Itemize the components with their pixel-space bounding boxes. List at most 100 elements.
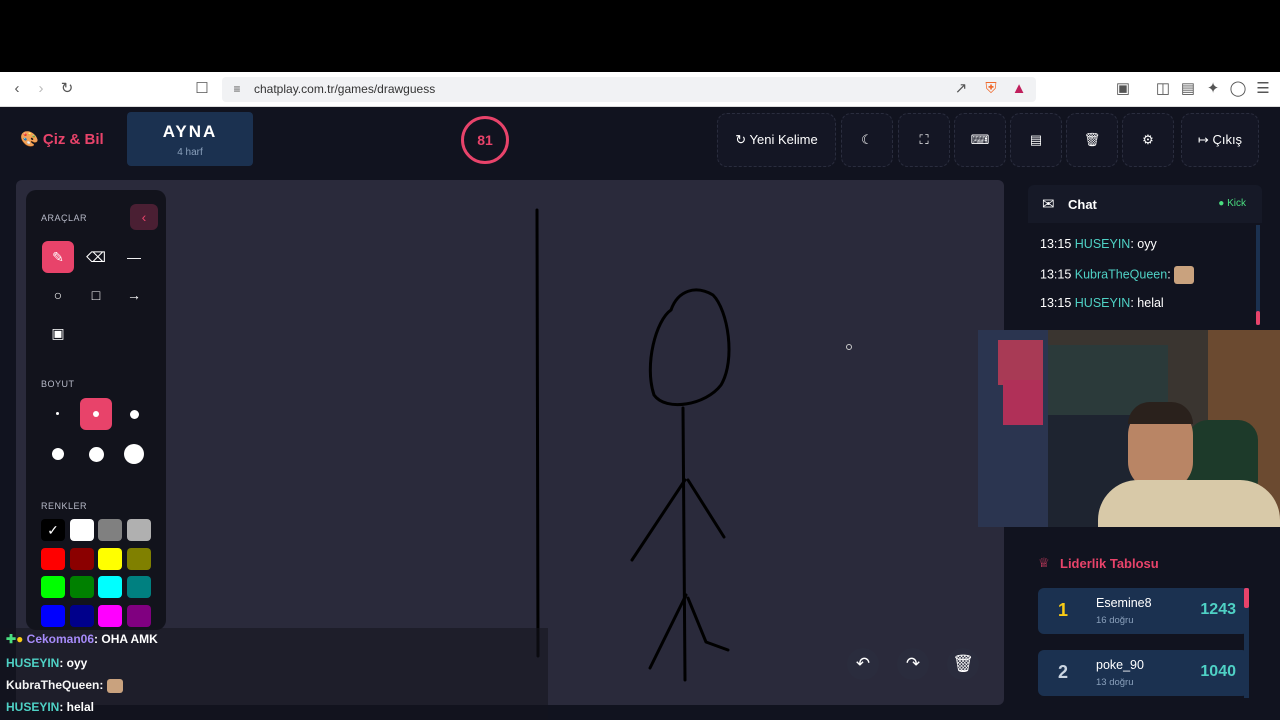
- color-swatch[interactable]: [69, 547, 94, 570]
- vpn-icon[interactable]: ◯: [1229, 80, 1247, 98]
- color-swatch[interactable]: [98, 547, 122, 570]
- color-swatch[interactable]: ✓: [41, 519, 65, 541]
- color-swatch[interactable]: [98, 519, 122, 541]
- expand-icon: ⛶: [919, 132, 929, 147]
- clear-canvas-button[interactable]: 🗑: [947, 648, 979, 680]
- fill-tool[interactable]: ▣: [42, 317, 74, 349]
- size-dot: [56, 412, 59, 415]
- arrow-tool[interactable]: →: [118, 279, 150, 311]
- chat-message: 13:15 HUSEYIN: helal: [1040, 296, 1164, 310]
- paint-bucket-icon: ▣: [51, 325, 65, 341]
- color-swatch[interactable]: [126, 519, 151, 541]
- keyboard-button[interactable]: ⌨: [954, 113, 1006, 167]
- size-option-4[interactable]: [42, 438, 74, 470]
- trash-icon: 🗑: [952, 654, 974, 673]
- size-option-1[interactable]: [42, 398, 74, 430]
- forward-icon[interactable]: ›: [32, 80, 50, 98]
- circle-tool[interactable]: ○: [42, 279, 74, 311]
- rectangle-tool[interactable]: □: [80, 279, 112, 311]
- badge-icon: ✚: [6, 632, 17, 646]
- bookmark-icon[interactable]: ☐: [193, 80, 211, 98]
- stroke-head: [648, 288, 731, 407]
- word-box: AYNA 4 harf: [127, 112, 253, 166]
- refresh-icon: ↻: [735, 132, 750, 147]
- leaderboard: ♕ Liderlik Tablosu 1 Esemine8 16 doğru 1…: [1028, 547, 1262, 698]
- gear-icon: ⚙: [1142, 132, 1154, 147]
- color-swatch[interactable]: [98, 576, 122, 598]
- stroke-right-leg: [686, 596, 730, 652]
- stream-chat-overlay: ✚● Cekoman06: OHA AMK HUSEYIN: oyy Kubra…: [0, 628, 548, 720]
- stroke-left-leg: [648, 593, 688, 670]
- settings-button[interactable]: ⚙: [1122, 113, 1174, 167]
- fullscreen-button[interactable]: ⛶: [898, 113, 950, 167]
- color-swatch[interactable]: [126, 576, 151, 598]
- size-dot: [93, 411, 99, 417]
- color-swatch[interactable]: [41, 576, 65, 598]
- brush-tool[interactable]: ✎: [42, 241, 74, 273]
- moon-icon: ☾: [861, 132, 873, 147]
- undo-icon: ↶: [855, 654, 871, 673]
- color-swatch[interactable]: [41, 547, 65, 570]
- circle-icon: ○: [53, 287, 63, 303]
- undo-button[interactable]: ↶: [847, 648, 879, 680]
- delete-button[interactable]: 🗑: [1066, 113, 1118, 167]
- size-option-6[interactable]: [118, 438, 150, 470]
- eraser-tool[interactable]: ⌫: [80, 241, 112, 273]
- line-tool[interactable]: —: [118, 241, 150, 273]
- site-settings-icon[interactable]: ≡: [228, 80, 246, 98]
- share-icon[interactable]: ↗: [952, 80, 970, 98]
- keyboard-icon: ⌨: [970, 132, 990, 147]
- brave-shield-icon[interactable]: ⛨: [982, 80, 1000, 98]
- word-length: 4 harf: [177, 147, 203, 158]
- color-swatch[interactable]: [126, 547, 151, 570]
- line-icon: —: [127, 249, 141, 265]
- timer: 81: [461, 116, 509, 164]
- palette-icon: 🎨: [20, 131, 43, 148]
- redo-button[interactable]: ↷: [897, 648, 929, 680]
- color-swatch[interactable]: [126, 604, 151, 627]
- stroke-pole: [535, 208, 540, 658]
- person-shirt: [1098, 480, 1280, 527]
- color-swatch[interactable]: [69, 576, 94, 598]
- color-swatch[interactable]: [69, 519, 94, 541]
- size-option-2[interactable]: [80, 398, 112, 430]
- color-swatch[interactable]: [98, 604, 122, 627]
- secret-word: AYNA: [162, 122, 218, 141]
- sidebar-icon[interactable]: ◫: [1154, 80, 1172, 98]
- leo-icon[interactable]: ✦: [1204, 80, 1222, 98]
- reload-icon[interactable]: ↻: [58, 80, 76, 98]
- kick-status: ● Kick: [1218, 198, 1246, 209]
- size-option-3[interactable]: [118, 398, 150, 430]
- exit-icon: ↦: [1197, 132, 1213, 147]
- size-dot: [52, 448, 64, 460]
- chat-title: Chat: [1068, 197, 1097, 212]
- eraser-icon: ⌫: [86, 249, 106, 265]
- archive-button[interactable]: ▤: [1010, 113, 1062, 167]
- archive-icon: ▤: [1029, 132, 1043, 147]
- new-word-button[interactable]: ↻ Yeni Kelime: [717, 113, 836, 167]
- overlay-line: HUSEYIN: helal: [6, 700, 95, 714]
- menu-icon[interactable]: ☰: [1254, 80, 1272, 98]
- chat-scrollbar[interactable]: [1256, 225, 1260, 325]
- exit-button[interactable]: ↦ Çıkış: [1181, 113, 1259, 167]
- url-text: chatplay.com.tr/games/drawguess: [254, 82, 436, 96]
- reader-icon[interactable]: ▣: [1114, 80, 1132, 98]
- arrow-icon: →: [127, 287, 141, 303]
- collapse-button[interactable]: ‹: [130, 204, 158, 230]
- color-swatch[interactable]: [69, 604, 94, 627]
- stroke-left-arm: [630, 478, 687, 562]
- overlay-line: HUSEYIN: oyy: [6, 656, 88, 670]
- size-option-5[interactable]: [80, 438, 112, 470]
- redo-icon: ↷: [905, 654, 921, 673]
- logo[interactable]: 🎨 Çiz & Bil: [20, 130, 104, 148]
- leaderboard-scrollbar[interactable]: [1244, 588, 1249, 698]
- address-bar[interactable]: ≡ chatplay.com.tr/games/drawguess ↗ ⛨ ▲: [222, 77, 1036, 102]
- chat-message: 13:15 HUSEYIN: oyy: [1040, 237, 1157, 251]
- stroke-right-arm: [686, 478, 726, 539]
- color-swatch[interactable]: [41, 604, 65, 627]
- wallet-icon[interactable]: ▤: [1179, 80, 1197, 98]
- rewards-icon[interactable]: ▲: [1010, 80, 1028, 98]
- theme-button[interactable]: ☾: [841, 113, 893, 167]
- tool-panel: ARAÇLAR ‹ ✎ ⌫ — ○ □ → ▣ BOYUT RENKLER ✓: [26, 190, 166, 630]
- back-icon[interactable]: ‹: [8, 80, 26, 98]
